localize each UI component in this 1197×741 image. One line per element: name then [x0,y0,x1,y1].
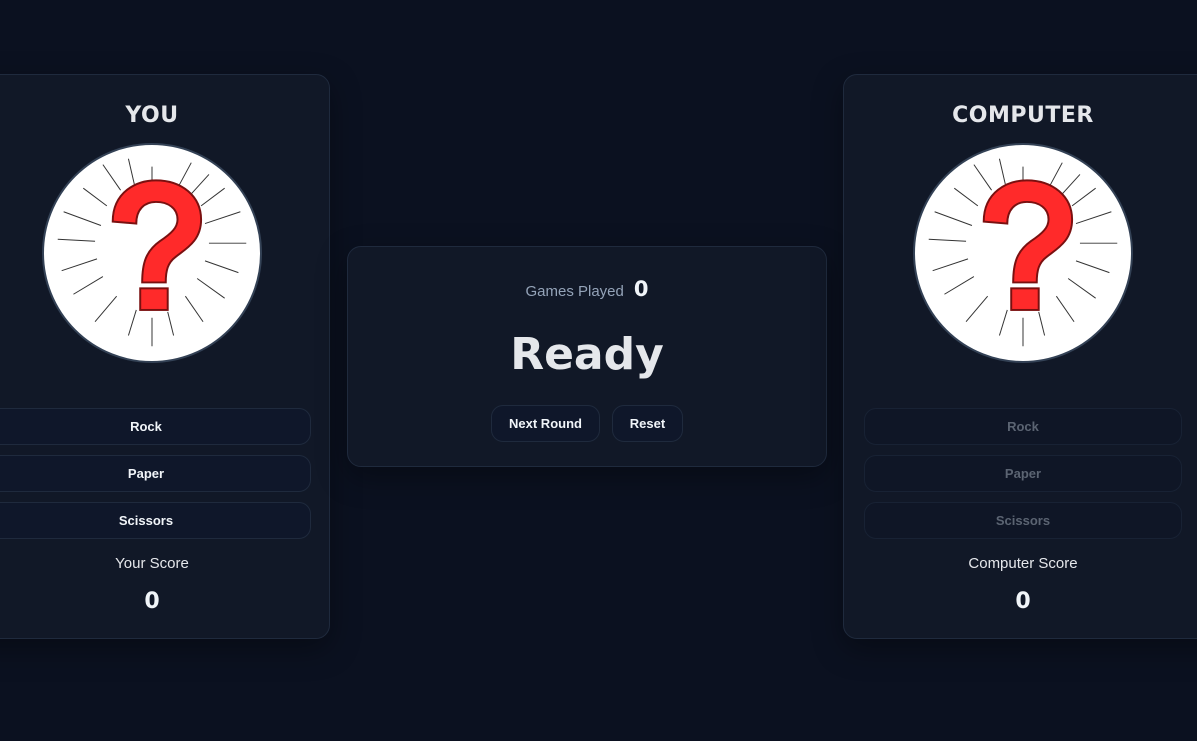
round-status: Ready [510,329,664,380]
computer-paper-button: Paper [864,455,1182,492]
player-avatar [42,143,262,363]
computer-title: COMPUTER [952,103,1094,128]
question-mark-icon [57,158,247,347]
player-paper-button[interactable]: Paper [0,455,311,492]
computer-avatar [913,143,1133,363]
player-card: YOU Rock Paper Scissors Your Score 0 [0,74,330,639]
games-played-value: 0 [633,277,649,301]
player-score-value: 0 [144,589,160,614]
computer-rock-button: Rock [864,408,1182,445]
question-mark-icon [928,158,1118,347]
player-title: YOU [125,103,179,128]
player-scissors-button[interactable]: Scissors [0,502,311,539]
game-stage: YOU Rock Paper Scissors Your Score 0 Gam… [0,0,1197,741]
game-status-card: Games Played 0 Ready Next Round Reset [347,246,827,467]
action-row: Next Round Reset [348,405,826,442]
games-played-label: Games Played [525,283,624,300]
player-score-label: Your Score [115,555,189,572]
computer-scissors-button: Scissors [864,502,1182,539]
computer-score-label: Computer Score [968,555,1078,572]
games-played-row: Games Played 0 [348,277,826,301]
next-round-button[interactable]: Next Round [491,405,600,442]
computer-score-value: 0 [1015,589,1031,614]
computer-card: COMPUTER Rock Paper Scissors Computer Sc… [843,74,1197,639]
player-rock-button[interactable]: Rock [0,408,311,445]
reset-button[interactable]: Reset [612,405,683,442]
